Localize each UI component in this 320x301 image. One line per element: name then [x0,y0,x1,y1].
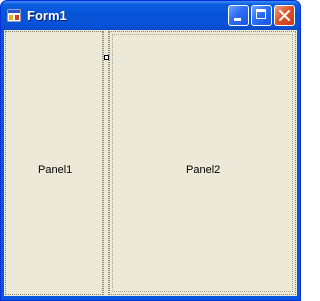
minimize-button[interactable] [228,5,249,26]
close-icon [279,10,290,21]
close-button[interactable] [274,5,295,26]
title-bar[interactable]: Form1 [1,1,300,30]
panel1[interactable] [5,31,103,295]
form-app-icon [7,9,21,22]
panel2[interactable] [109,31,296,295]
panel2-label: Panel2 [186,164,221,176]
selection-handle[interactable] [104,55,109,60]
window-title: Form1 [27,8,67,23]
maximize-button[interactable] [251,5,272,26]
panel1-label: Panel1 [38,164,73,176]
form-window: Form1 Panel1 Panel2 [0,0,301,301]
form-client-area: Panel1 Panel2 [4,30,297,296]
